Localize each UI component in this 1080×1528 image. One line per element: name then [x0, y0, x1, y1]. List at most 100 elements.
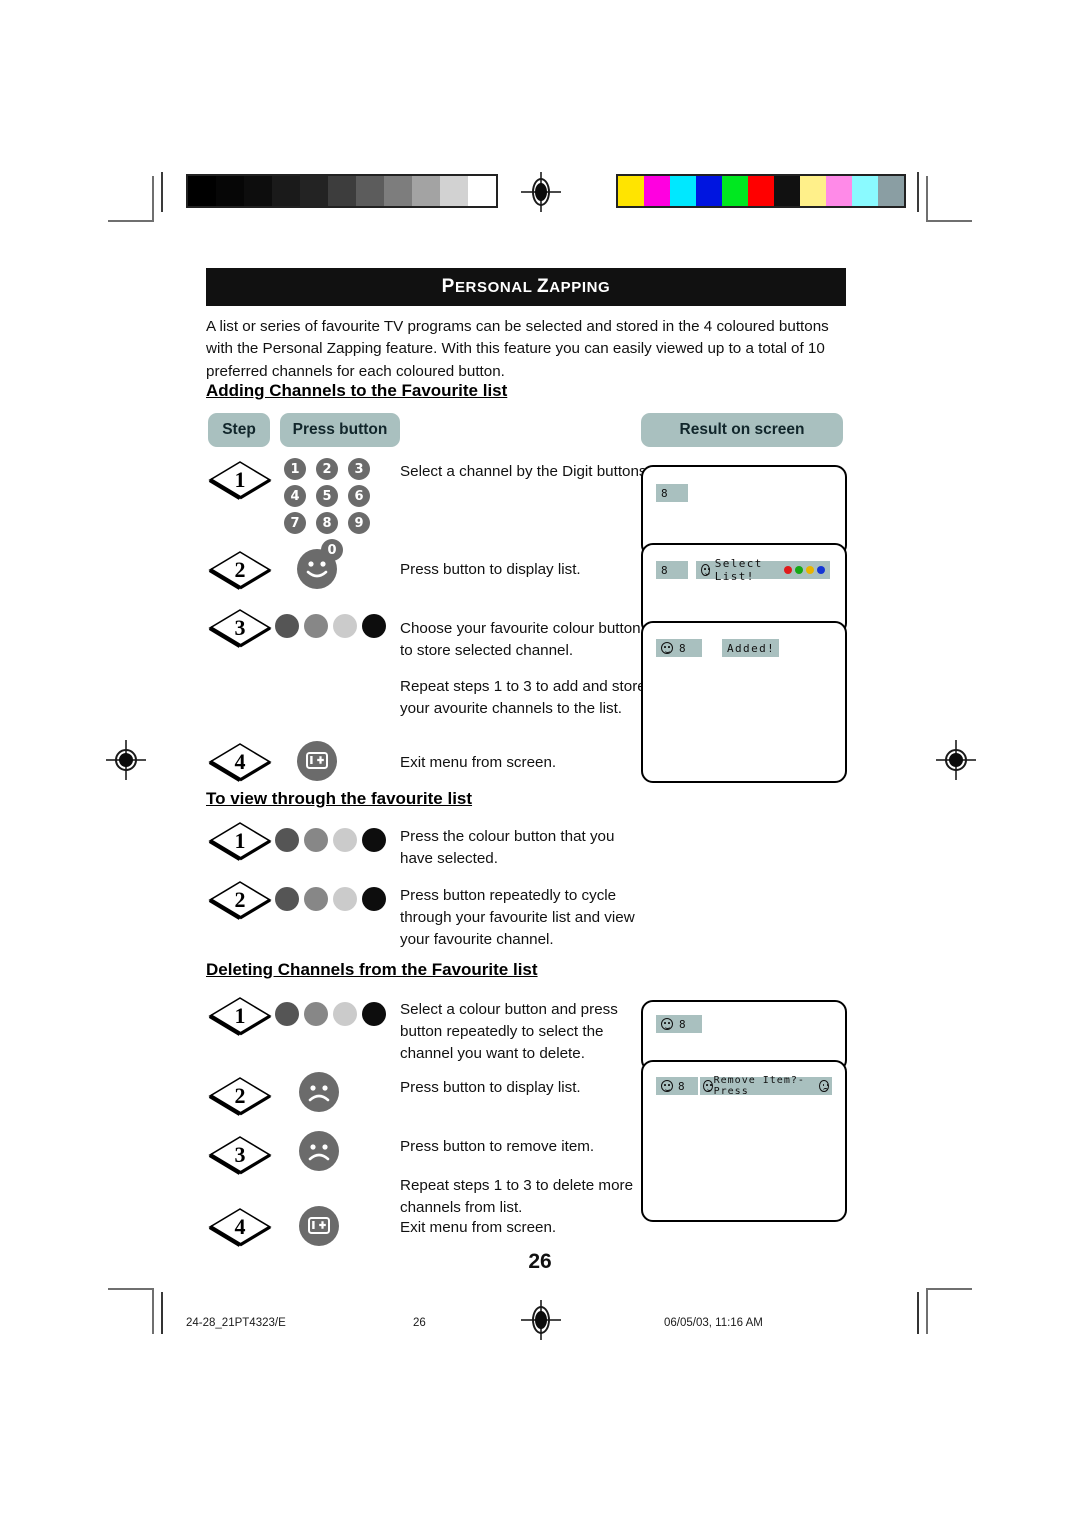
digit-key-5[interactable]: 5 [316, 485, 338, 507]
keypad-row: 789 [284, 512, 380, 534]
digit-key-4[interactable]: 4 [284, 485, 306, 507]
colour-buttons-icon[interactable] [275, 828, 386, 852]
info-exit-icon[interactable] [299, 1206, 339, 1246]
osd-colour-dots [784, 566, 825, 574]
registration-mark-left [106, 740, 146, 780]
colour-buttons-icon[interactable] [275, 1002, 386, 1026]
osd-colour-dot-2 [795, 566, 803, 574]
step-instruction: Press button to display list. [400, 1079, 581, 1096]
colour-patch [670, 176, 696, 206]
osd-colour-dot-3 [806, 566, 814, 574]
step-instruction: Exit menu from screen. [400, 754, 557, 771]
osd-channel-value: 8 [679, 1017, 688, 1031]
colour-patch [774, 176, 800, 206]
colour-button-1[interactable] [275, 614, 299, 638]
page-number: 26 [528, 1250, 552, 1273]
greyscale-patch [188, 176, 216, 206]
colour-button-4[interactable] [362, 887, 386, 911]
smiley-happy-icon[interactable] [297, 549, 337, 589]
smiley-sad-icon[interactable] [299, 1131, 339, 1171]
colour-patch [696, 176, 722, 206]
smiley-sad-icon[interactable] [299, 1072, 339, 1112]
crop-mark-top-right [926, 176, 972, 222]
digit-key-9[interactable]: 9 [348, 512, 370, 534]
smiley-happy-icon [661, 1080, 673, 1092]
registration-mark-bottom [521, 1300, 561, 1340]
step-number: 4 [234, 749, 246, 774]
osd-channel-value: 8 [679, 641, 688, 655]
page-title: PERSONAL ZAPPING [441, 276, 611, 297]
colour-button-4[interactable] [362, 614, 386, 638]
step-marker-2-view: 2 [208, 880, 272, 920]
osd-channel-value: 8 [661, 486, 670, 500]
digit-key-1[interactable]: 1 [284, 458, 306, 480]
osd-colour-dot-1 [784, 566, 792, 574]
colour-button-3[interactable] [333, 828, 357, 852]
osd-remove-item-bar: Remove Item?- Press [700, 1075, 832, 1097]
greyscale-patch [300, 176, 328, 206]
step-number: 1 [234, 467, 246, 492]
colour-patch [722, 176, 748, 206]
step-number: 2 [234, 1083, 246, 1108]
smiley-happy-icon [661, 642, 673, 654]
smiley-sad-icon [819, 1080, 829, 1092]
crop-mark-top-left [108, 176, 154, 222]
colour-buttons-icon[interactable] [275, 614, 386, 638]
greyscale-patch [272, 176, 300, 206]
info-exit-icon[interactable] [297, 741, 337, 781]
registration-mark-top [521, 172, 561, 212]
registration-mark-right [936, 740, 976, 780]
digit-key-6[interactable]: 6 [348, 485, 370, 507]
heading-adding-channels: Adding Channels to the Favourite list [206, 381, 508, 400]
osd-select-list-text: Select List! [714, 557, 763, 583]
greyscale-patch [244, 176, 272, 206]
colour-button-4[interactable] [362, 828, 386, 852]
heading-view-favourite: To view through the favourite list [206, 789, 473, 808]
colour-patch [644, 176, 670, 206]
colour-button-1[interactable] [275, 1002, 299, 1026]
osd-added-text: Added! [727, 641, 776, 655]
step-number: 2 [234, 557, 246, 582]
step-note-repeat-delete: Repeat steps 1 to 3 to delete more chann… [400, 1177, 634, 1217]
trim-line-left-top [161, 172, 163, 212]
osd-remove-item-text: Remove Item?- Press [713, 1075, 805, 1097]
digit-key-7[interactable]: 7 [284, 512, 306, 534]
colour-button-2[interactable] [304, 887, 328, 911]
crop-mark-bottom-right [926, 1288, 972, 1334]
trim-line-right-top [917, 172, 919, 212]
colour-button-3[interactable] [333, 887, 357, 911]
osd-select-list-bar: Select List! [696, 557, 830, 583]
heading-deleting-channels: Deleting Channels from the Favourite lis… [206, 960, 538, 979]
keypad-row: 123 [284, 458, 380, 480]
digit-key-2[interactable]: 2 [316, 458, 338, 480]
digit-key-3[interactable]: 3 [348, 458, 370, 480]
colour-patch [800, 176, 826, 206]
colour-button-1[interactable] [275, 887, 299, 911]
colour-button-1[interactable] [275, 828, 299, 852]
osd-channel-number: 8 [656, 561, 688, 579]
smiley-happy-icon [701, 564, 710, 576]
step-marker-1-view: 1 [208, 821, 272, 861]
step-number: 4 [234, 1214, 246, 1239]
colour-patch [826, 176, 852, 206]
footer-rule-right [917, 1300, 919, 1334]
colour-patch [748, 176, 774, 206]
colour-button-2[interactable] [304, 1002, 328, 1026]
osd-channel-number: 8 [656, 1015, 702, 1033]
step-instruction: Select a colour button and press button … [400, 1001, 618, 1063]
colour-button-2[interactable] [304, 828, 328, 852]
step-number: 2 [234, 887, 246, 912]
step-marker-3-add: 3 [208, 608, 272, 648]
osd-channel-value: 8 [678, 1079, 687, 1093]
step-instruction: Press button repeatedly to cycle through… [400, 887, 635, 949]
colour-buttons-icon[interactable] [275, 887, 386, 911]
osd-colour-dot-4 [817, 566, 825, 574]
step-note-repeat-add: Repeat steps 1 to 3 to add and store you… [400, 678, 646, 718]
colour-button-3[interactable] [333, 614, 357, 638]
digit-key-8[interactable]: 8 [316, 512, 338, 534]
osd-channel-number: 8 [656, 639, 702, 657]
colour-button-3[interactable] [333, 1002, 357, 1026]
colour-button-2[interactable] [304, 614, 328, 638]
colour-button-4[interactable] [362, 1002, 386, 1026]
step-marker-1-delete: 1 [208, 996, 272, 1036]
